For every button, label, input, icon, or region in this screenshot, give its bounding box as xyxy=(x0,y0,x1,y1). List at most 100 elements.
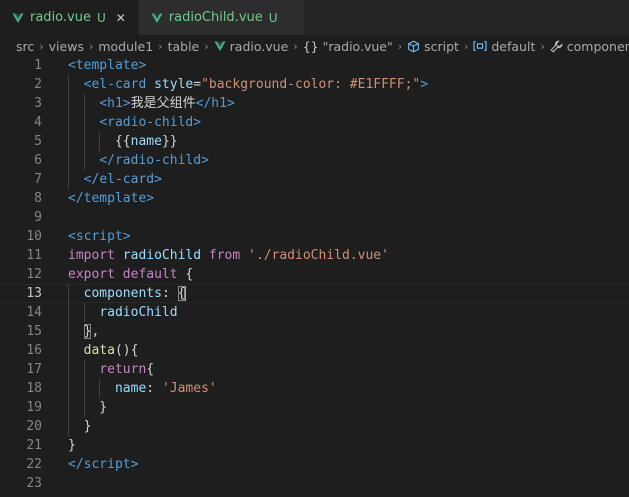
code-text: </template> xyxy=(68,189,154,208)
code-line[interactable]: 9 xyxy=(0,208,629,227)
code-text: import radioChild from './radioChild.vue… xyxy=(68,246,389,265)
breadcrumb-item-components[interactable]: components xyxy=(550,39,629,54)
code-line[interactable]: 14 radioChild xyxy=(0,303,629,322)
code-token: > xyxy=(122,229,131,244)
code-token: > xyxy=(226,96,235,111)
code-line[interactable]: 11 import radioChild from './radioChild.v… xyxy=(0,246,629,265)
code-line[interactable]: 23 xyxy=(0,474,629,493)
code-token: < xyxy=(68,229,76,244)
code-line[interactable]: 1 <template> xyxy=(0,56,629,75)
code-token: style xyxy=(154,77,194,92)
code-line[interactable]: 6 </radio-child> xyxy=(0,151,629,170)
code-line[interactable]: 7 </el-card> xyxy=(0,170,629,189)
code-line[interactable]: 19 } xyxy=(0,398,629,417)
code-text: data(){ xyxy=(68,341,139,360)
code-line[interactable]: 22 </script> xyxy=(0,455,629,474)
code-token: from xyxy=(208,248,241,263)
braces-icon: {} xyxy=(302,38,319,54)
chevron-right-icon: › xyxy=(88,39,94,53)
code-text: </script> xyxy=(68,455,138,474)
tab-label: radio.vue xyxy=(30,10,91,25)
line-number: 9 xyxy=(34,210,42,225)
breadcrumb-item-module1[interactable]: module1 xyxy=(98,39,153,54)
code-token: } xyxy=(68,438,76,453)
code-token: < xyxy=(68,58,76,73)
code-line[interactable]: 8 </template> xyxy=(0,189,629,208)
code-token: h1 xyxy=(211,96,227,111)
breadcrumb-item-file[interactable]: radio.vue xyxy=(214,39,288,54)
code-token: > xyxy=(193,115,202,130)
code-line[interactable]: 15 }, xyxy=(0,322,629,341)
untracked-badge: U xyxy=(96,10,106,25)
code-line[interactable]: 10 <script> xyxy=(0,227,629,246)
code-token: } xyxy=(68,419,92,434)
code-text: name: 'James' xyxy=(68,379,217,398)
line-number: 12 xyxy=(26,267,42,282)
code-line[interactable]: 16 data(){ xyxy=(0,341,629,360)
breadcrumb-item-views[interactable]: views xyxy=(49,39,84,54)
code-token: script xyxy=(75,229,123,244)
code-line[interactable]: 5 {{name}} xyxy=(0,132,629,151)
code-text: return{ xyxy=(68,360,154,379)
code-token: > xyxy=(130,457,139,472)
code-line[interactable]: 17 return{ xyxy=(0,360,629,379)
code-text: } xyxy=(68,417,92,436)
code-token: > xyxy=(146,191,155,206)
code-token: = xyxy=(193,77,202,92)
code-text: </el-card> xyxy=(68,170,162,189)
code-token: {{ xyxy=(114,134,131,149)
breadcrumb-label: default xyxy=(491,38,536,54)
chevron-right-icon: › xyxy=(540,39,545,53)
chevron-right-icon: › xyxy=(397,39,403,53)
breadcrumb-label: module1 xyxy=(98,38,154,54)
close-icon[interactable]: ✕ xyxy=(114,11,128,25)
code-token: name xyxy=(130,134,162,149)
code-line[interactable]: 2 <el-card style="background-color: #E1F… xyxy=(0,75,629,94)
code-token: data xyxy=(83,343,115,358)
code-line[interactable]: 21} xyxy=(0,436,629,455)
code-text: }, xyxy=(68,322,99,341)
field-icon xyxy=(473,40,487,52)
code-line[interactable]: 12 export default { xyxy=(0,265,629,284)
code-editor[interactable]: 1 <template> 2 <el-card style="background-… xyxy=(0,56,629,497)
breadcrumb-label: "radio.vue" xyxy=(322,38,393,54)
breadcrumb-item-default[interactable]: default xyxy=(473,39,535,54)
breadcrumb-item-table[interactable]: table xyxy=(168,39,200,54)
code-token: , xyxy=(91,324,100,339)
line-number: 17 xyxy=(26,362,42,377)
cube-icon xyxy=(407,40,420,53)
code-line[interactable]: 20 } xyxy=(0,417,629,436)
line-number: 14 xyxy=(26,305,42,320)
breadcrumb-item-script[interactable]: script xyxy=(407,39,459,54)
tab-radiochild-vue[interactable]: radioChild.vue U xyxy=(138,0,305,35)
code-text: components: { xyxy=(68,284,187,303)
code-token: el-card xyxy=(99,172,155,187)
code-line[interactable]: 3 <h1>我是父组件</h1> xyxy=(0,94,629,113)
breadcrumb-item-src[interactable]: src xyxy=(16,39,34,54)
code-token: : xyxy=(161,286,178,301)
breadcrumb-item-module[interactable]: {} "radio.vue" xyxy=(303,39,393,54)
tab-radio-vue[interactable]: radio.vue U ✕ xyxy=(0,0,139,35)
code-token: </ xyxy=(68,191,84,206)
code-line[interactable]: 4 <radio-child> xyxy=(0,113,629,132)
code-token: h1 xyxy=(107,96,123,111)
matched-bracket: { xyxy=(177,286,186,301)
line-number: 16 xyxy=(26,343,42,358)
code-text: <h1>我是父组件</h1> xyxy=(68,94,235,113)
vue-icon xyxy=(151,13,163,23)
code-text: } xyxy=(68,398,107,417)
code-line[interactable]: 18 name: 'James' xyxy=(0,379,629,398)
code-token: template xyxy=(83,191,147,206)
code-token: return xyxy=(99,362,147,377)
vue-icon xyxy=(12,13,24,23)
code-text: export default { xyxy=(68,265,193,284)
chevron-right-icon: › xyxy=(463,39,469,53)
code-line[interactable]: 13 components: { xyxy=(0,284,629,303)
